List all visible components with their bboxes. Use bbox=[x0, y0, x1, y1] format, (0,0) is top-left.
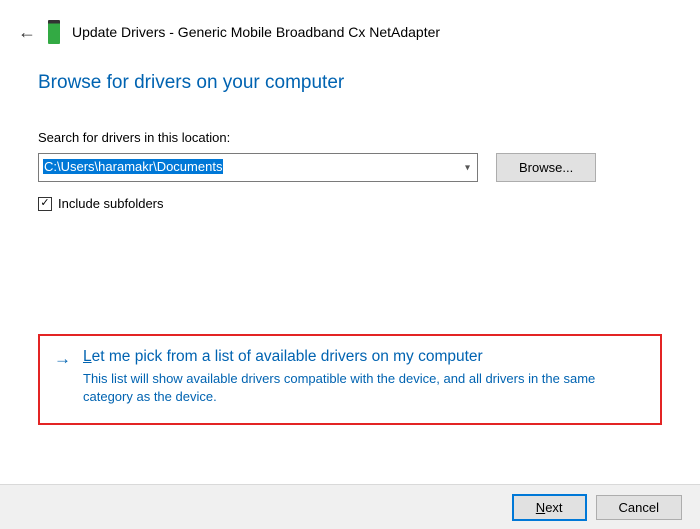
include-subfolders-label: Include subfolders bbox=[58, 196, 164, 211]
path-combobox[interactable]: C:\Users\haramakr\Documents ▾ bbox=[38, 153, 478, 182]
path-row: C:\Users\haramakr\Documents ▾ Browse... bbox=[38, 153, 662, 182]
path-input[interactable] bbox=[38, 153, 478, 182]
dialog-title: Update Drivers - Generic Mobile Broadban… bbox=[72, 24, 440, 40]
dialog-footer: Next Cancel bbox=[0, 484, 700, 529]
dialog-content: Browse for drivers on your computer Sear… bbox=[0, 44, 700, 211]
search-location-label: Search for drivers in this location: bbox=[38, 130, 662, 145]
cancel-button[interactable]: Cancel bbox=[596, 495, 682, 520]
back-arrow-icon[interactable]: ← bbox=[18, 23, 36, 41]
checkbox-check-icon: ✓ bbox=[38, 197, 52, 211]
option-title: Let me pick from a list of available dri… bbox=[83, 348, 646, 366]
option-text: Let me pick from a list of available dri… bbox=[83, 348, 646, 405]
page-heading: Browse for drivers on your computer bbox=[38, 72, 662, 94]
option-description: This list will show available drivers co… bbox=[83, 370, 646, 405]
arrow-right-icon: → bbox=[54, 349, 71, 405]
browse-button[interactable]: Browse... bbox=[496, 153, 596, 182]
pick-from-list-option[interactable]: → Let me pick from a list of available d… bbox=[38, 334, 662, 425]
next-button[interactable]: Next bbox=[513, 495, 586, 520]
device-icon bbox=[48, 20, 60, 44]
dialog-header: ← Update Drivers - Generic Mobile Broadb… bbox=[0, 0, 700, 44]
include-subfolders-checkbox[interactable]: ✓ Include subfolders bbox=[38, 196, 662, 211]
